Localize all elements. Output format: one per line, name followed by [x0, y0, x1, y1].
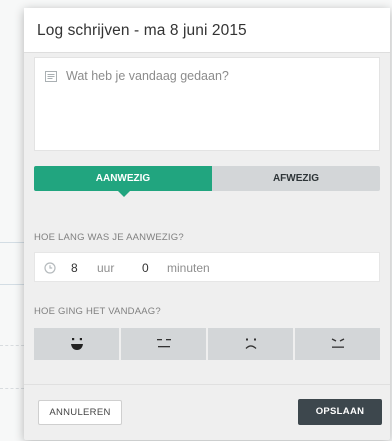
- present-label: AANWEZIG: [95, 173, 151, 184]
- duration-field: 8 uur 0 minuten: [34, 252, 380, 282]
- selected-caret-icon: [118, 191, 130, 197]
- present-button[interactable]: AANWEZIG: [34, 166, 212, 197]
- mood-option-neutral[interactable]: [121, 328, 208, 360]
- minutes-unit: minuten: [167, 261, 210, 275]
- cancel-button[interactable]: ANNULEREN: [38, 400, 122, 425]
- clock-icon: [44, 262, 56, 274]
- hours-input[interactable]: 8: [71, 261, 78, 275]
- attendance-toggle: AANWEZIG AFWEZIG: [34, 166, 380, 197]
- activity-textarea[interactable]: Wat heb je vandaag gedaan?: [34, 57, 380, 151]
- activity-placeholder: Wat heb je vandaag gedaan?: [66, 69, 229, 83]
- backdrop-divider: [0, 345, 24, 346]
- dialog-header: Log schrijven - ma 8 juni 2015: [24, 8, 390, 53]
- absent-label: AFWEZIG: [272, 173, 320, 184]
- mood-selector: [34, 328, 380, 360]
- very-happy-face-icon: [70, 338, 83, 350]
- log-dialog: Log schrijven - ma 8 juni 2015 Wat heb j…: [24, 8, 390, 440]
- footer-divider: [24, 384, 390, 385]
- duration-label: HOE LANG WAS JE AANWEZIG?: [34, 232, 184, 243]
- mood-label: HOE GING HET VANDAAG?: [34, 306, 161, 317]
- hours-unit: uur: [97, 261, 115, 275]
- angry-face-icon: [331, 338, 344, 348]
- sad-face-icon: [245, 338, 256, 349]
- neutral-face-icon: [156, 339, 171, 348]
- minutes-input[interactable]: 0: [142, 261, 149, 275]
- mood-option-very-happy[interactable]: [34, 328, 121, 360]
- backdrop-divider: [0, 388, 24, 389]
- note-icon: [45, 71, 57, 82]
- mood-option-sad[interactable]: [208, 328, 295, 360]
- mood-option-angry[interactable]: [295, 328, 380, 360]
- absent-button[interactable]: AFWEZIG: [212, 166, 380, 191]
- dialog-title: Log schrijven - ma 8 juni 2015: [37, 22, 247, 39]
- save-button[interactable]: OPSLAAN: [298, 399, 382, 425]
